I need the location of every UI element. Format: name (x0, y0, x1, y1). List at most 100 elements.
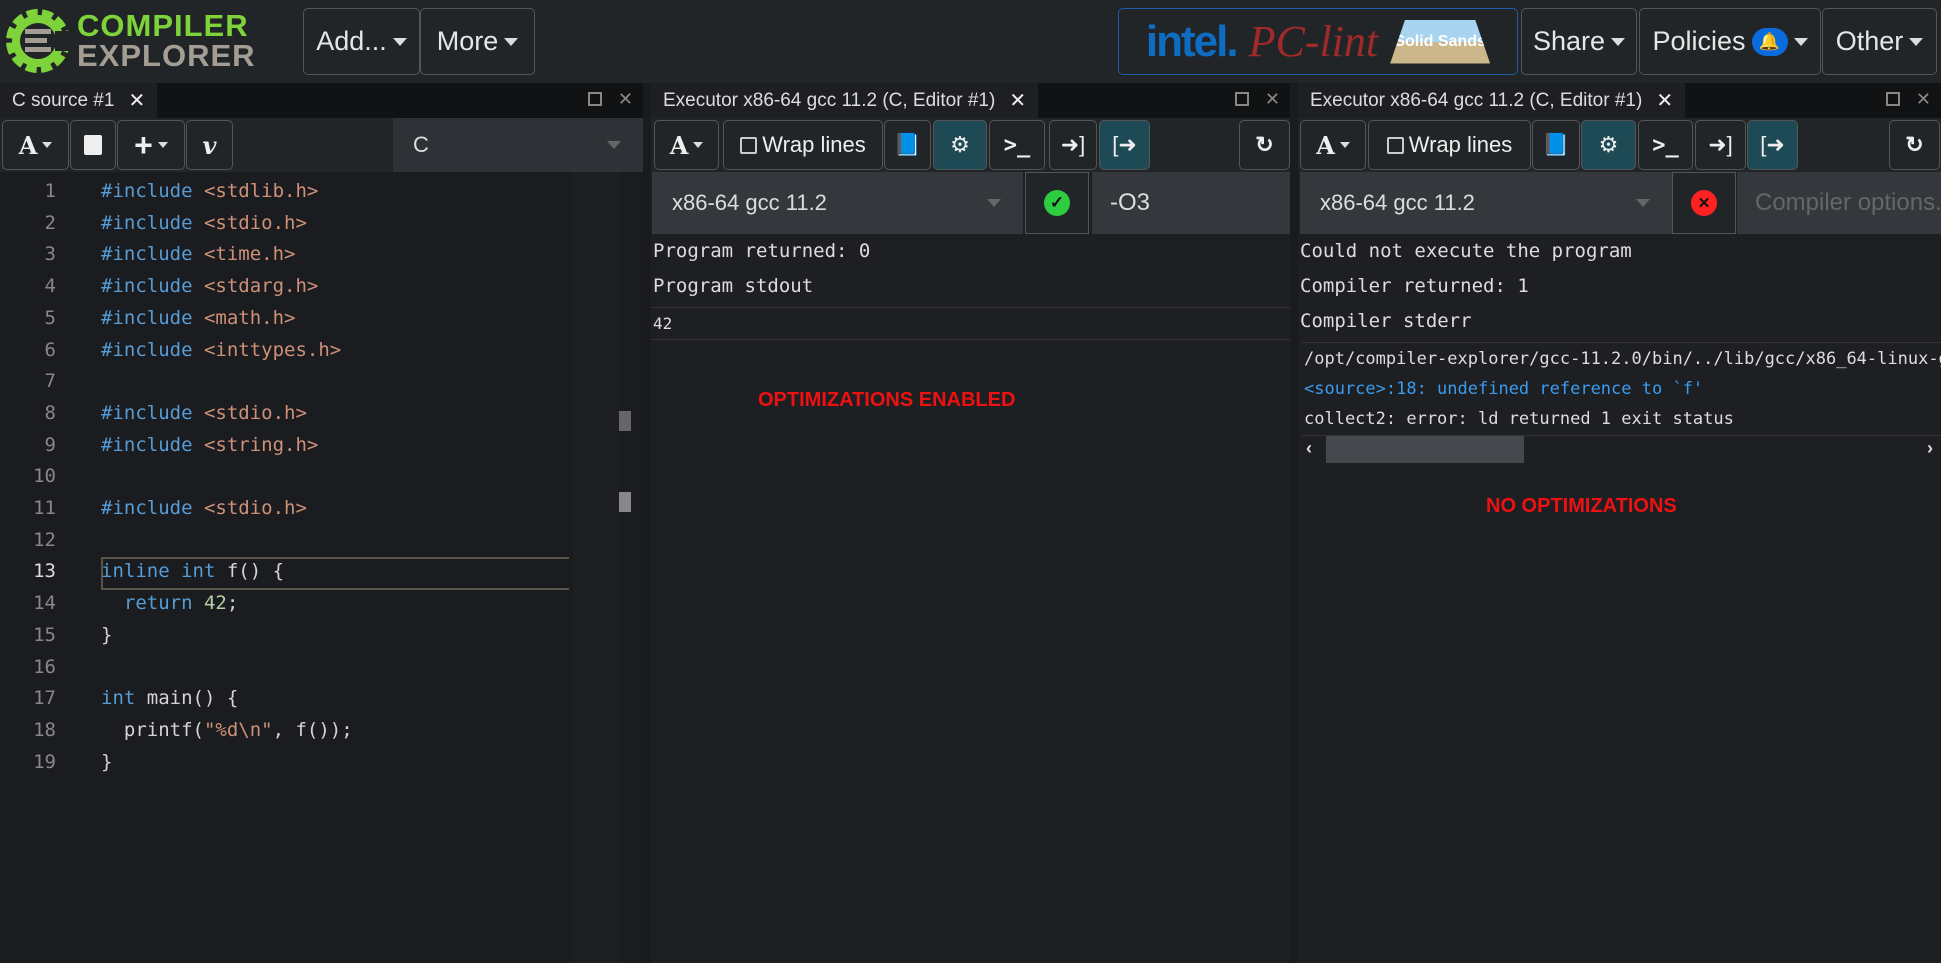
exec-status: Could not execute the program (1300, 240, 1632, 262)
wrap-lines-toggle[interactable]: Wrap lines (723, 120, 883, 170)
code-token: inline int (101, 560, 227, 583)
stdout-heading: Program stdout (653, 275, 814, 297)
code-line[interactable]: #include <stdio.h> (101, 497, 307, 519)
tab-c-source[interactable]: C source #1 ✕ (0, 83, 158, 118)
close-pane-icon[interactable]: ✕ (618, 89, 633, 110)
stderr-line: /opt/compiler-explorer/gcc-11.2.0/bin/..… (1304, 349, 1941, 369)
compiler-options-button[interactable]: ⚙ (933, 120, 987, 170)
stdout-value: 42 (651, 307, 1290, 340)
code-line[interactable]: #include <time.h> (101, 243, 295, 265)
font-icon: A (1316, 130, 1335, 160)
code-line[interactable]: #include <stdio.h> (101, 212, 307, 234)
line-number: 18 (33, 718, 56, 741)
other-button[interactable]: Other (1822, 8, 1937, 75)
code-line[interactable]: #include <math.h> (101, 307, 295, 329)
compiler-select[interactable]: x86-64 gcc 11.2 (1300, 172, 1672, 234)
compile-status[interactable]: ✓ (1025, 172, 1089, 234)
book-icon: 📘 (1542, 132, 1570, 157)
code-line[interactable]: int main() { (101, 687, 238, 709)
code-line[interactable]: inline int f() { (101, 560, 284, 582)
editor-scrollbar[interactable] (619, 172, 643, 963)
line-number: 6 (44, 338, 56, 361)
caret-down-icon (392, 37, 407, 46)
line-number: 17 (33, 687, 56, 710)
caret-down-icon (504, 37, 519, 46)
execution-args-button[interactable]: >_ (1638, 120, 1693, 170)
save-button[interactable] (70, 120, 116, 170)
refresh-button[interactable]: ↻ (1239, 120, 1290, 170)
libraries-button[interactable]: 📘 (884, 120, 931, 170)
libraries-button[interactable]: 📘 (1532, 120, 1580, 170)
code-token: <time.h> (203, 243, 296, 266)
output-button[interactable]: [➜ (1747, 120, 1798, 170)
horizontal-scrollbar[interactable]: ‹ › (1302, 435, 1941, 463)
wrap-lines-label: Wrap lines (1408, 132, 1513, 157)
maximize-icon[interactable] (587, 92, 602, 106)
font-size-button[interactable]: A (654, 120, 719, 170)
code-line[interactable]: return 42; (101, 592, 238, 614)
maximize-icon[interactable] (1885, 92, 1900, 106)
close-tab-icon[interactable]: ✕ (1009, 88, 1026, 113)
scroll-left-icon[interactable]: ‹ (1306, 438, 1312, 459)
add-menu-button[interactable]: Add... (303, 8, 420, 75)
output-button[interactable]: [➜ (1099, 120, 1150, 170)
close-pane-icon[interactable]: ✕ (1265, 89, 1280, 110)
checkbox-icon (740, 136, 758, 154)
compiler-returned: Compiler returned: 1 (1300, 275, 1529, 297)
more-menu-button[interactable]: More (420, 8, 535, 75)
compiler-select[interactable]: x86-64 gcc 11.2 (652, 172, 1023, 234)
line-number: 1 (44, 180, 56, 202)
compile-status[interactable]: ✕ (1672, 172, 1736, 234)
code-token: } (101, 623, 113, 646)
scroll-right-icon[interactable]: › (1927, 438, 1933, 459)
compiler-value: x86-64 gcc 11.2 (672, 190, 827, 215)
tab-executor-2[interactable]: Executor x86-64 gcc 11.2 (C, Editor #1) ✕ (1298, 83, 1686, 118)
plus-icon: + (134, 126, 153, 163)
stdin-button[interactable]: ➜] (1049, 120, 1097, 170)
stdin-button[interactable]: ➜] (1695, 120, 1746, 170)
minimap[interactable] (573, 172, 619, 963)
tab-title: Executor x86-64 gcc 11.2 (C, Editor #1) (1310, 89, 1643, 111)
font-size-button[interactable]: A (1300, 120, 1366, 170)
code-token: #include (101, 275, 204, 298)
policies-label: Policies (1652, 26, 1746, 56)
wrap-lines-toggle[interactable]: Wrap lines (1368, 120, 1531, 170)
compiler-options-input[interactable]: Compiler options... (1737, 172, 1941, 234)
tab-executor-1[interactable]: Executor x86-64 gcc 11.2 (C, Editor #1) ✕ (651, 83, 1039, 118)
code-token: printf( (101, 718, 204, 741)
font-size-button[interactable]: A (2, 120, 69, 170)
code-line[interactable]: printf("%d\n", f()); (101, 719, 353, 741)
vim-button[interactable]: v (186, 120, 233, 170)
code-editor[interactable]: 1 #include <stdlib.h> 2 #include <stdio.h> 3… (0, 172, 643, 963)
close-pane-icon[interactable]: ✕ (1916, 89, 1931, 110)
code-line[interactable]: #include <inttypes.h> (101, 339, 341, 361)
compiler-explorer-logo[interactable]: COMPILER EXPLORER (5, 4, 275, 78)
add-label: Add... (316, 26, 387, 56)
close-tab-icon[interactable]: ✕ (1656, 88, 1673, 113)
maximize-icon[interactable] (1234, 92, 1249, 106)
language-select[interactable]: C (393, 118, 643, 172)
compiler-value: x86-64 gcc 11.2 (1320, 190, 1475, 215)
share-button[interactable]: Share (1521, 8, 1637, 75)
compiler-options-input[interactable]: -O3 (1092, 172, 1290, 234)
code-line[interactable]: #include <stdlib.h> (101, 180, 318, 202)
refresh-button[interactable]: ↻ (1889, 120, 1940, 170)
code-line[interactable]: } (101, 624, 112, 646)
refresh-icon: ↻ (1255, 132, 1274, 157)
scrollbar-thumb[interactable] (1326, 436, 1524, 463)
policies-button[interactable]: Policies 🔔 (1639, 8, 1821, 75)
close-tab-icon[interactable]: ✕ (128, 88, 145, 113)
code-line[interactable]: } (101, 751, 112, 773)
stderr-line: collect2: error: ld returned 1 exit stat… (1304, 409, 1734, 429)
code-token: <stdio.h> (203, 211, 307, 234)
code-line[interactable]: #include <stdio.h> (101, 402, 307, 424)
stderr-line-link[interactable]: <source>:18: undefined reference to `f' (1302, 379, 1703, 399)
compiler-options-button[interactable]: ⚙ (1581, 120, 1636, 170)
execution-args-button[interactable]: >_ (989, 120, 1045, 170)
code-token: <stdarg.h> (203, 275, 319, 298)
sponsors-banner[interactable]: intel. PC-lint Solid Sands (1118, 8, 1518, 75)
add-pane-button[interactable]: + (117, 120, 185, 170)
code-token: #include (101, 433, 204, 456)
code-line[interactable]: #include <stdarg.h> (101, 275, 318, 297)
code-line[interactable]: #include <string.h> (101, 434, 318, 456)
